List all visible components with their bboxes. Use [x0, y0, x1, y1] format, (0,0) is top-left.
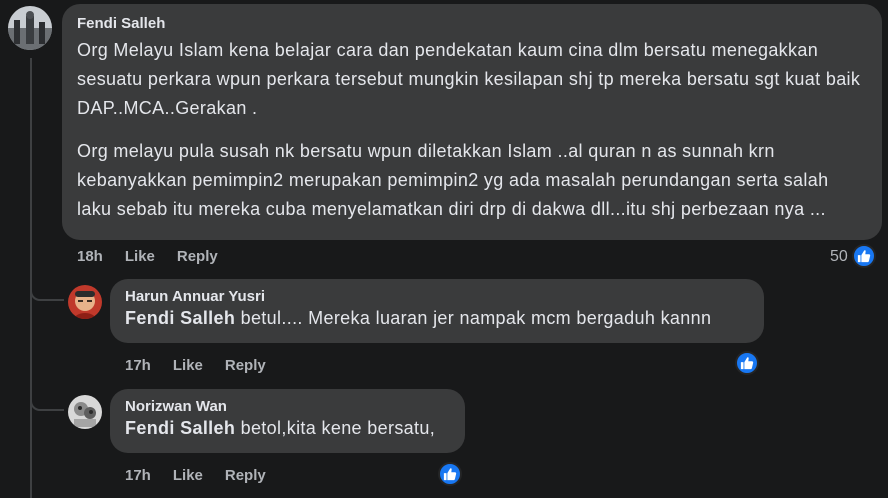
comment-timestamp[interactable]: 18h — [77, 248, 103, 265]
comment-bubble: Harun Annuar Yusri Fendi Salleh betul...… — [110, 279, 764, 343]
mention-link[interactable]: Fendi Salleh — [125, 308, 235, 328]
mention-link[interactable]: Fendi Salleh — [125, 418, 235, 438]
reply-branch-line — [30, 287, 64, 301]
reply-button[interactable]: Reply — [225, 467, 266, 484]
comment-timestamp[interactable]: 17h — [125, 357, 151, 374]
comment-author[interactable]: Fendi Salleh — [77, 15, 868, 32]
comment-body: Fendi Salleh betul.... Mereka luaran jer… — [125, 305, 750, 331]
comment-body: Org Melayu Islam kena belajar cara dan p… — [77, 36, 868, 224]
like-button[interactable]: Like — [125, 248, 155, 265]
comment-bubble: Fendi Salleh Org Melayu Islam kena belaj… — [62, 4, 882, 240]
like-button[interactable]: Like — [173, 357, 203, 374]
comment-paragraph: Org melayu pula susah nk bersatu wpun di… — [77, 141, 829, 219]
like-button[interactable]: Like — [173, 467, 203, 484]
comment-text: betul.... Mereka luaran jer nampak mcm b… — [235, 308, 712, 328]
comment-actions: 17h Like Reply — [125, 357, 266, 374]
reply-branch-line — [30, 397, 64, 411]
avatar-photo — [68, 285, 102, 319]
comment-actions: 17h Like Reply — [125, 467, 266, 484]
comment-author[interactable]: Harun Annuar Yusri — [125, 288, 750, 305]
reaction-count[interactable]: 50 — [830, 248, 848, 266]
avatar[interactable] — [8, 6, 52, 50]
comment-actions: 18h Like Reply — [77, 248, 218, 265]
thumbs-up-icon[interactable] — [438, 462, 462, 486]
thumbs-up-icon[interactable] — [735, 351, 759, 375]
avatar[interactable] — [68, 285, 102, 319]
comment-bubble: Norizwan Wan Fendi Salleh betol,kita ken… — [110, 389, 465, 453]
comment-timestamp[interactable]: 17h — [125, 467, 151, 484]
thread-line — [30, 58, 32, 498]
avatar-photo — [8, 6, 52, 50]
thumbs-up-icon[interactable] — [852, 244, 876, 268]
comment-text: betol,kita kene bersatu, — [235, 418, 436, 438]
reply-button[interactable]: Reply — [177, 248, 218, 265]
comment-paragraph: Org Melayu Islam kena belajar cara dan p… — [77, 40, 861, 118]
avatar[interactable] — [68, 395, 102, 429]
reply-button[interactable]: Reply — [225, 357, 266, 374]
comment-author[interactable]: Norizwan Wan — [125, 398, 451, 415]
comment-body: Fendi Salleh betol,kita kene bersatu, — [125, 415, 451, 441]
avatar-photo — [68, 395, 102, 429]
